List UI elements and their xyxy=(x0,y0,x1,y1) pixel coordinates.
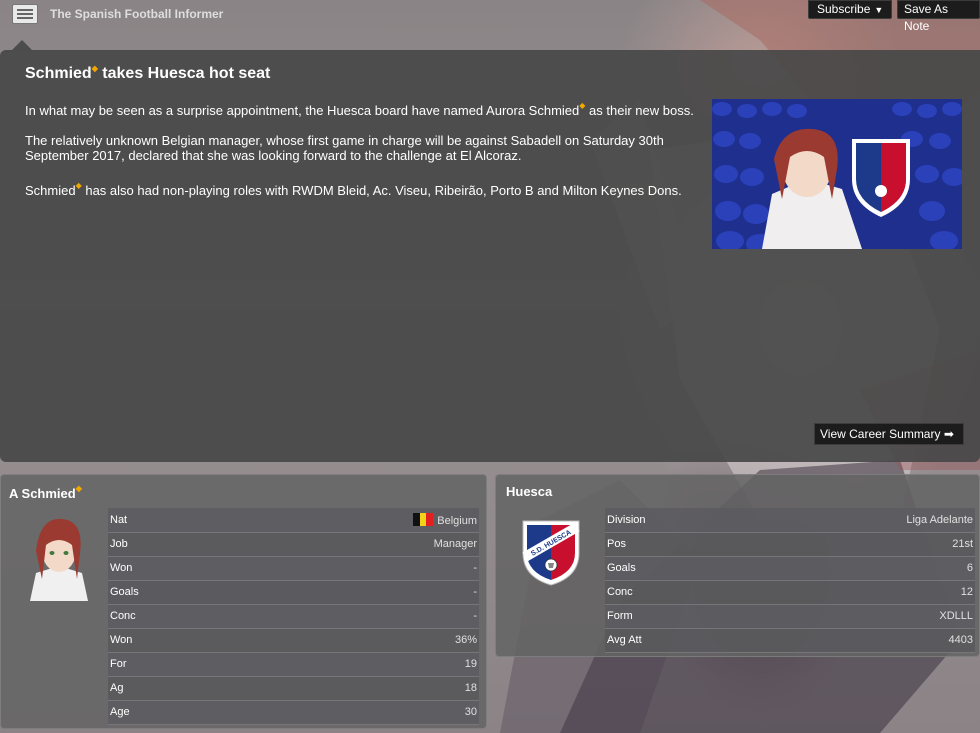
stat-label: Age xyxy=(108,700,229,725)
article-photo xyxy=(712,99,962,249)
manager-name-title: A Schmied◆ xyxy=(9,484,82,501)
table-row: Won 36% xyxy=(108,628,479,653)
club-stats-table: Division Liga Adelante Pos 21st Goals 6 Con… xyxy=(605,508,975,653)
table-row: Goals - xyxy=(108,580,479,605)
stat-label: For xyxy=(108,652,229,677)
stat-value: - xyxy=(228,604,479,629)
paragraph-1-text[interactable]: In what may be seen as a surprise appoin… xyxy=(25,103,579,118)
table-row: Job Manager xyxy=(108,532,479,557)
stat-value: 19 xyxy=(228,652,479,677)
stat-value: - xyxy=(228,556,479,581)
stat-value: XDLLL xyxy=(743,604,975,629)
stat-value: 21st xyxy=(743,532,975,557)
stat-value-nationality[interactable]: Belgium xyxy=(228,508,479,533)
stat-label: Goals xyxy=(605,556,744,581)
paragraph-1-text-end: as their new boss. xyxy=(585,103,694,118)
dropdown-caret-icon: ▼ xyxy=(874,5,884,15)
top-bar: The Spanish Football Informer Subscribe ▼… xyxy=(0,0,980,33)
table-row: Nat Belgium xyxy=(108,508,479,533)
panel-notch xyxy=(12,40,32,50)
club-name-title[interactable]: Huesca xyxy=(506,484,552,499)
stat-label: Nat xyxy=(108,508,229,533)
table-row: Won - xyxy=(108,556,479,581)
stat-label: Won xyxy=(108,556,229,581)
save-as-note-button[interactable]: Save As Note xyxy=(897,0,980,33)
star-icon: ◆ xyxy=(75,484,82,493)
stat-label: Division xyxy=(605,508,744,533)
manager-name-link[interactable]: A Schmied xyxy=(9,486,76,501)
club-info-panel: Huesca S.D. HUESCA Division Liga Adelante… xyxy=(495,474,980,657)
table-row: Avg Att 4403 xyxy=(605,628,975,653)
view-career-summary-button[interactable]: View Career Summary ➡ xyxy=(814,423,964,445)
stat-label: Form xyxy=(605,604,744,629)
table-row: Conc 12 xyxy=(605,580,975,605)
article-paragraph-3: Schmied◆ has also had non-playing roles … xyxy=(25,178,707,198)
stat-value: - xyxy=(228,580,479,605)
stat-value: 36% xyxy=(228,628,479,653)
newspaper-icon xyxy=(12,4,38,24)
stat-label: Pos xyxy=(605,532,744,557)
article-paragraph-2: The relatively unknown Belgian manager, … xyxy=(25,133,664,163)
stat-label: Avg Att xyxy=(605,628,744,653)
stat-value: Manager xyxy=(228,532,479,557)
subscribe-label: Subscribe xyxy=(817,2,871,16)
article-paragraph-1: In what may be seen as a surprise appoin… xyxy=(25,98,707,118)
headline-text: takes Huesca hot seat xyxy=(97,65,271,82)
news-source: The Spanish Football Informer xyxy=(50,7,224,21)
article-headline: Schmied◆ takes Huesca hot seat xyxy=(25,64,270,83)
stat-value: 12 xyxy=(743,580,975,605)
stat-label: Goals xyxy=(108,580,229,605)
nationality-text: Belgium xyxy=(437,514,477,527)
stat-label: Conc xyxy=(108,604,229,629)
table-row: Ag 18 xyxy=(108,676,479,701)
belgium-flag-icon xyxy=(413,512,434,526)
table-row: For 19 xyxy=(108,652,479,677)
stat-value: 6 xyxy=(743,556,975,581)
table-row: Age 30 xyxy=(108,700,479,725)
stat-label: Conc xyxy=(605,580,744,605)
manager-avatar xyxy=(30,518,88,601)
huesca-crest-icon[interactable]: S.D. HUESCA xyxy=(521,517,581,587)
manager-stats-table: Nat Belgium Job Manager Won - Goals - Conc -… xyxy=(108,508,479,725)
manager-info-panel: A Schmied◆ Nat Belgium Job Manager Won - G… xyxy=(0,474,487,729)
stat-label: Job xyxy=(108,532,229,557)
stat-label: Ag xyxy=(108,676,229,701)
stat-value: 18 xyxy=(228,676,479,701)
paragraph-3-manager-link[interactable]: Schmied xyxy=(25,183,76,198)
news-article-panel: Schmied◆ takes Huesca hot seat In what m… xyxy=(0,50,980,462)
headline-manager-link[interactable]: Schmied xyxy=(25,65,92,82)
table-row: Goals 6 xyxy=(605,556,975,581)
stat-label: Won xyxy=(108,628,229,653)
paragraph-3-text: has also had non-playing roles with RWDM… xyxy=(81,183,682,198)
subscribe-button[interactable]: Subscribe ▼ xyxy=(808,0,892,19)
table-row: Division Liga Adelante xyxy=(605,508,975,533)
table-row: Pos 21st xyxy=(605,532,975,557)
table-row: Conc - xyxy=(108,604,479,629)
stat-value-division[interactable]: Liga Adelante xyxy=(743,508,975,533)
article-body: In what may be seen as a surprise appoin… xyxy=(25,98,707,213)
stat-value: 30 xyxy=(228,700,479,725)
table-row: Form XDLLL xyxy=(605,604,975,629)
stat-value: 4403 xyxy=(743,628,975,653)
